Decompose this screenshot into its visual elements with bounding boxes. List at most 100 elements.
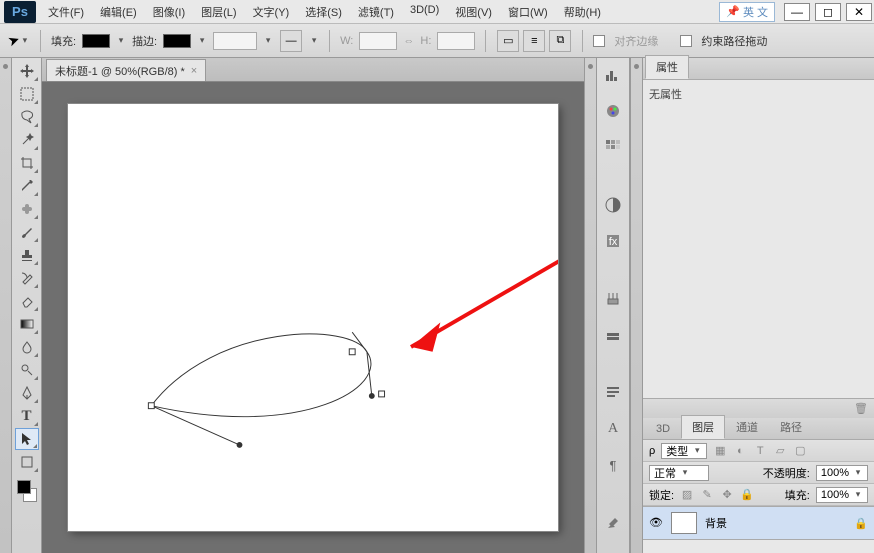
tool-eyedropper[interactable] (15, 175, 39, 197)
tab-3d[interactable]: 3D (645, 419, 681, 439)
language-indicator[interactable]: 📌 英 文 (719, 2, 775, 22)
visibility-icon[interactable]: 👁 (649, 516, 663, 530)
lock-pos-icon[interactable]: ✥ (720, 488, 734, 502)
stroke-style-dropdown-icon[interactable] (309, 36, 319, 46)
filter-kind-icon[interactable]: ρ (649, 445, 655, 457)
tool-history-brush[interactable] (15, 267, 39, 289)
maximize-button[interactable]: ◻ (815, 3, 841, 21)
stroke-width-dropdown-icon[interactable] (263, 36, 273, 46)
tool-marquee[interactable] (15, 83, 39, 105)
stroke-swatch[interactable] (163, 34, 191, 48)
path-align[interactable]: ≡ (523, 30, 545, 52)
minimize-button[interactable]: — (784, 3, 810, 21)
tab-channels[interactable]: 通道 (725, 415, 769, 439)
adjustments-icon[interactable] (602, 194, 624, 216)
menu-type[interactable]: 文字(Y) (245, 0, 298, 24)
filter-type-icon[interactable]: T (753, 444, 767, 458)
tool-blur[interactable] (15, 336, 39, 358)
filter-pixel-icon[interactable]: ▦ (713, 444, 727, 458)
styles-icon[interactable]: fx (602, 230, 624, 252)
tool-gradient[interactable] (15, 313, 39, 335)
tool-pen[interactable] (15, 382, 39, 404)
tool-stamp[interactable] (15, 244, 39, 266)
menu-image[interactable]: 图像(I) (145, 0, 193, 24)
menu-3d[interactable]: 3D(D) (402, 0, 447, 24)
canvas[interactable] (68, 104, 558, 531)
opacity-input[interactable]: 100% (816, 465, 868, 481)
tab-properties[interactable]: 属性 (645, 55, 689, 79)
tool-move[interactable] (15, 60, 39, 82)
lock-trans-icon[interactable]: ▨ (680, 488, 694, 502)
layer-thumbnail[interactable] (671, 512, 697, 534)
menu-select[interactable]: 选择(S) (297, 0, 350, 24)
document-tab[interactable]: 未标题-1 @ 50%(RGB/8) * × (46, 59, 206, 81)
filter-kind-select[interactable]: 类型 (661, 443, 707, 459)
fill-dropdown-icon[interactable] (116, 36, 126, 46)
tool-dodge[interactable] (15, 359, 39, 381)
blend-mode-select[interactable]: 正常 (649, 465, 709, 481)
stroke-style-button[interactable]: — (280, 30, 302, 52)
layer-item-background[interactable]: 👁 背景 🔒 (643, 506, 874, 540)
stroke-dropdown-icon[interactable] (197, 36, 207, 46)
mid-dock-strip[interactable] (584, 58, 596, 553)
left-dock-strip[interactable] (0, 58, 12, 553)
app-logo: Ps (4, 1, 36, 23)
path-op-combine[interactable]: ▭ (497, 30, 519, 52)
tool-path-selection[interactable] (15, 428, 39, 450)
layer-name[interactable]: 背景 (705, 515, 727, 531)
tool-lasso[interactable] (15, 106, 39, 128)
menu-layer[interactable]: 图层(L) (193, 0, 244, 24)
width-input[interactable] (359, 32, 397, 50)
tool-eraser[interactable] (15, 290, 39, 312)
foreground-color-swatch[interactable] (17, 480, 31, 494)
fill-label: 填充: (51, 33, 76, 49)
brush-presets-icon[interactable] (602, 324, 624, 346)
close-button[interactable]: ✕ (846, 3, 872, 21)
menu-help[interactable]: 帮助(H) (556, 0, 609, 24)
constrain-path-checkbox[interactable] (680, 35, 692, 47)
menu-window[interactable]: 窗口(W) (500, 0, 556, 24)
right-dock-strip[interactable] (630, 58, 642, 553)
tool-shape[interactable] (15, 451, 39, 473)
menu-edit[interactable]: 编辑(E) (92, 0, 145, 24)
properties-panel-body: 无属性 (643, 80, 874, 398)
swatches-icon[interactable] (602, 136, 624, 158)
lock-pixel-icon[interactable]: ✎ (700, 488, 714, 502)
fill-opacity-input[interactable]: 100% (816, 487, 868, 503)
fill-swatch[interactable] (82, 34, 110, 48)
tool-healing[interactable] (15, 198, 39, 220)
align-edges-checkbox[interactable] (593, 35, 605, 47)
tool-preset-icon[interactable]: ➤ (8, 30, 30, 52)
tool-crop[interactable] (15, 152, 39, 174)
character-styles-icon[interactable]: ¶ (602, 454, 624, 476)
tool-presets-icon[interactable] (602, 512, 624, 534)
close-icon[interactable]: × (191, 65, 197, 77)
color-icon[interactable] (602, 100, 624, 122)
height-input[interactable] (437, 32, 475, 50)
menu-bar: Ps 文件(F) 编辑(E) 图像(I) 图层(L) 文字(Y) 选择(S) 滤… (0, 0, 874, 24)
svg-text:fx: fx (609, 236, 618, 248)
stroke-width-input[interactable] (213, 32, 257, 50)
tab-layers[interactable]: 图层 (681, 415, 725, 439)
canvas-viewport[interactable] (42, 82, 584, 553)
link-icon[interactable]: ⇔ (403, 35, 414, 47)
character-icon[interactable]: A (602, 418, 624, 440)
toolbox: T (12, 58, 42, 553)
brushes-icon[interactable] (602, 288, 624, 310)
lock-all-icon[interactable]: 🔒 (740, 488, 754, 502)
trash-icon[interactable]: 🗑 (854, 402, 868, 415)
tool-wand[interactable] (15, 129, 39, 151)
tab-paths[interactable]: 路径 (769, 415, 813, 439)
histogram-icon[interactable] (602, 64, 624, 86)
menu-file[interactable]: 文件(F) (40, 0, 92, 24)
tool-type[interactable]: T (15, 405, 39, 427)
menu-filter[interactable]: 滤镜(T) (350, 0, 402, 24)
tool-brush[interactable] (15, 221, 39, 243)
menu-view[interactable]: 视图(V) (447, 0, 500, 24)
color-swatches[interactable] (15, 478, 39, 504)
filter-smart-icon[interactable]: ▢ (793, 444, 807, 458)
filter-adjust-icon[interactable]: ◐ (733, 444, 747, 458)
path-arrange[interactable]: ⧉ (549, 30, 571, 52)
filter-shape-icon[interactable]: ▱ (773, 444, 787, 458)
paragraph-icon[interactable] (602, 382, 624, 404)
